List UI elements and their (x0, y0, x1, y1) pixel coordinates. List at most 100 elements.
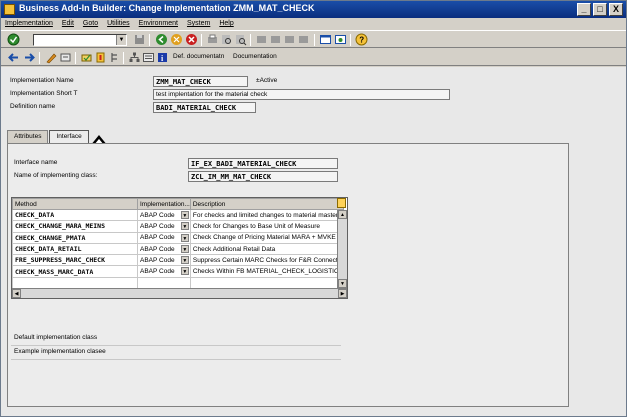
previous-page-icon[interactable] (269, 33, 282, 46)
table-row[interactable]: CHECK_DATA ABAP Code ▼ For checks and lim… (12, 208, 345, 222)
other-object-icon[interactable] (59, 51, 72, 64)
next-page-icon[interactable] (283, 33, 296, 46)
scroll-left-icon[interactable]: ◀ (12, 289, 21, 298)
tab-interface[interactable]: Interface (49, 130, 89, 144)
scroll-right-icon[interactable]: ▶ (338, 289, 347, 298)
menu-system[interactable]: System (187, 18, 210, 30)
example-class-label: Example implementation clasee (14, 348, 106, 355)
find-next-icon[interactable] (234, 33, 247, 46)
menu-utilities[interactable]: Utilities (107, 18, 130, 30)
description-cell: Checks Within FB MATERIAL_CHECK_LOGISTIC… (189, 265, 345, 278)
forward-arrow-icon[interactable] (23, 51, 36, 64)
menu-goto[interactable]: Goto (83, 18, 98, 30)
impl-name-field[interactable]: ZMM_MAT_CHECK (153, 76, 248, 87)
menu-help[interactable]: Help (219, 18, 233, 30)
description-cell: Suppress Certain MARC Checks for F&R Con… (189, 254, 345, 267)
back-arrow-icon[interactable] (7, 51, 20, 64)
method-cell[interactable]: CHECK_DATA (12, 208, 138, 222)
menu-edit[interactable]: Edit (62, 18, 74, 30)
chevron-down-icon[interactable]: ▼ (180, 211, 189, 219)
cancel-icon[interactable] (185, 33, 198, 46)
scroll-down-icon[interactable]: ▼ (338, 279, 347, 288)
tab-attributes[interactable]: Attributes (7, 130, 49, 143)
activate-icon[interactable] (94, 51, 107, 64)
window-controls: _ □ X (577, 3, 623, 16)
table-row[interactable]: CHECK_MASS_MARC_DATA ABAP Code ▼ Checks W… (12, 265, 345, 278)
check-icon[interactable] (80, 51, 93, 64)
description-cell: Check Additional Retail Data (189, 242, 345, 256)
sap-window: Business Add-In Builder: Change Implemen… (0, 0, 627, 417)
impl-class-field[interactable]: ZCL_IM_MM_MAT_CHECK (188, 171, 338, 182)
chevron-down-icon[interactable]: ▼ (180, 244, 189, 253)
enter-icon[interactable] (7, 33, 20, 46)
help-icon[interactable]: ? (355, 33, 368, 46)
horizontal-scrollbar[interactable]: ◀ ▶ (12, 288, 347, 298)
column-header-method[interactable]: Method (12, 198, 138, 210)
back-icon[interactable] (155, 33, 168, 46)
impl-name-label: Implementation Name (10, 77, 74, 84)
default-class-label: Default implementation class (14, 334, 98, 341)
table-row[interactable]: CHECK_CHANGE_MARA_MEINS ABAP Code ▼ Check… (12, 220, 345, 233)
hierarchy-icon[interactable] (128, 51, 141, 64)
chevron-down-icon[interactable]: ▼ (180, 267, 189, 276)
def-name-field[interactable]: BADI_MATERIAL_CHECK (153, 102, 256, 113)
find-icon[interactable] (220, 33, 233, 46)
impl-cell[interactable]: ABAP Code ▼ (137, 220, 191, 233)
interface-name-field[interactable]: IF_EX_BADI_MATERIAL_CHECK (188, 158, 338, 169)
chevron-down-icon[interactable]: ▼ (180, 222, 189, 231)
application-toolbar: i Def. documentatn Documentation (1, 49, 626, 66)
table-row-empty (12, 276, 345, 290)
table-row[interactable]: CHECK_CHANGE_PMATA ABAP Code ▼ Check Chan… (12, 231, 345, 244)
table-row[interactable]: CHECK_DATA_RETAIL ABAP Code ▼ Check Addit… (12, 242, 345, 256)
save-icon[interactable] (133, 33, 146, 46)
chevron-down-icon[interactable]: ▼ (116, 35, 126, 45)
table-settings-icon[interactable] (337, 198, 346, 208)
impl-cell[interactable]: ABAP Code ▼ (137, 242, 191, 256)
def-name-label: Definition name (10, 103, 56, 110)
method-cell[interactable]: CHECK_CHANGE_MARA_MEINS (12, 220, 138, 233)
first-page-icon[interactable] (255, 33, 268, 46)
menu-bar: Implementation Edit Goto Utilities Envir… (1, 18, 626, 30)
object-list-icon[interactable] (142, 51, 155, 64)
minimize-button[interactable]: _ (577, 3, 591, 16)
command-field[interactable]: ▼ (33, 34, 127, 46)
status-text: Active (259, 77, 278, 84)
where-used-icon[interactable] (108, 51, 121, 64)
title-bar: Business Add-In Builder: Change Implemen… (1, 1, 626, 18)
menu-environment[interactable]: Environment (139, 18, 178, 30)
new-session-icon[interactable] (319, 33, 332, 46)
method-cell[interactable]: CHECK_DATA_RETAIL (12, 242, 138, 256)
method-cell[interactable]: CHECK_CHANGE_PMATA (12, 231, 138, 244)
main-content: Implementation Name ZMM_MAT_CHECK ±Activ… (1, 67, 626, 416)
chevron-down-icon[interactable]: ▼ (180, 233, 189, 242)
chevron-down-icon[interactable]: ▼ (180, 256, 189, 265)
short-text-field[interactable]: test implentation for the material check (153, 89, 450, 100)
description-cell: For checks and limited changes to materi… (189, 208, 345, 222)
app-icon (4, 4, 15, 15)
shortcut-icon[interactable] (334, 33, 347, 46)
close-button[interactable]: X (609, 3, 623, 16)
menu-implementation[interactable]: Implementation (5, 18, 53, 30)
scroll-up-icon[interactable]: ▲ (338, 210, 347, 219)
info-icon[interactable]: i (156, 51, 169, 64)
print-icon[interactable] (206, 33, 219, 46)
column-header-implementation[interactable]: Implementation... (137, 198, 191, 210)
impl-cell[interactable]: ABAP Code ▼ (137, 265, 191, 278)
impl-cell[interactable]: ABAP Code ▼ (137, 231, 191, 244)
maximize-button[interactable]: □ (593, 3, 607, 16)
window-title: Business Add-In Builder: Change Implemen… (19, 3, 315, 13)
vertical-scrollbar[interactable]: ▲ ▼ (337, 210, 347, 288)
impl-cell[interactable]: ABAP Code ▼ (137, 208, 191, 222)
impl-cell[interactable]: ABAP Code ▼ (137, 254, 191, 267)
last-page-icon[interactable] (297, 33, 310, 46)
documentation-button[interactable]: Documentation (233, 53, 277, 60)
table-row[interactable]: FRE_SUPPRESS_MARC_CHECK ABAP Code ▼ Suppr… (12, 254, 345, 267)
method-cell[interactable]: FRE_SUPPRESS_MARC_CHECK (12, 254, 138, 267)
description-cell: Check for Changes to Base Unit of Measur… (189, 220, 345, 233)
def-documentation-button[interactable]: Def. documentatn (173, 53, 224, 60)
column-header-description[interactable]: Description (189, 198, 345, 210)
display-change-icon[interactable] (45, 51, 58, 64)
exit-icon[interactable] (170, 33, 183, 46)
method-cell[interactable]: CHECK_MASS_MARC_DATA (12, 265, 138, 278)
methods-grid: Method Implementation... Description CHE… (12, 198, 345, 290)
